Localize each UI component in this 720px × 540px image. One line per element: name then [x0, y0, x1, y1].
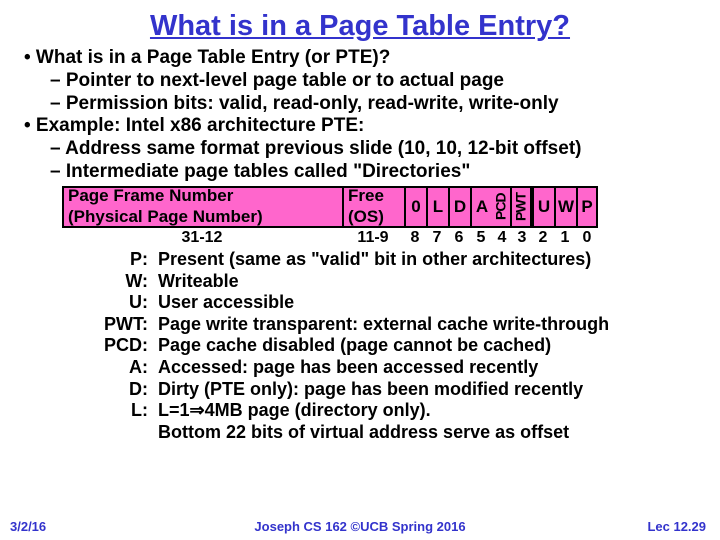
bit-num-0: 0 — [576, 228, 598, 247]
def-val-w: Writeable — [158, 271, 239, 293]
footer-course: Joseph CS 162 ©UCB Spring 2016 — [0, 519, 720, 534]
field-free: Free (OS) — [342, 186, 404, 228]
field-pfn: Page Frame Number (Physical Page Number) — [62, 186, 342, 228]
def-key-w: W: — [84, 271, 158, 293]
bit-num-4: 4 — [492, 228, 512, 247]
bullet-2: • Example: Intel x86 architecture PTE: — [24, 115, 696, 138]
footer-lecture: Lec 12.29 — [647, 519, 706, 534]
range-pfn: 31-12 — [62, 228, 342, 247]
slide-title: What is in a Page Table Entry? — [0, 0, 720, 43]
field-bit-l: L — [426, 186, 448, 228]
def-key-a: A: — [84, 357, 158, 379]
footer-date: 3/2/16 — [10, 519, 46, 534]
def-key-l: L: — [84, 400, 158, 422]
field-bit-p: P — [576, 186, 598, 228]
field-bit-pwt: PWT — [512, 186, 532, 228]
bullet-1b: – Permission bits: valid, read-only, rea… — [50, 93, 696, 116]
def-val-a: Accessed: page has been accessed recentl… — [158, 357, 538, 379]
bullet-1: • What is in a Page Table Entry (or PTE)… — [24, 47, 696, 70]
bit-num-2: 2 — [532, 228, 554, 247]
field-bit-0flag: 0 — [404, 186, 426, 228]
bullet-2a: – Address same format previous slide (10… — [50, 138, 696, 161]
bit-definitions: P:Present (same as "valid" bit in other … — [84, 249, 696, 443]
field-bit-a: A — [470, 186, 492, 228]
bit-num-3: 3 — [512, 228, 532, 247]
bit-num-6: 6 — [448, 228, 470, 247]
field-bit-d: D — [448, 186, 470, 228]
def-key-d: D: — [84, 379, 158, 401]
def-val-offset: Bottom 22 bits of virtual address serve … — [158, 422, 569, 444]
bullet-2b: – Intermediate page tables called "Direc… — [50, 161, 696, 184]
def-key-blank — [84, 422, 158, 444]
def-val-pwt: Page write transparent: external cache w… — [158, 314, 609, 336]
def-val-d: Dirty (PTE only): page has been modified… — [158, 379, 583, 401]
bit-num-1: 1 — [554, 228, 576, 247]
field-bit-pcd: PCD — [492, 186, 512, 228]
def-key-pcd: PCD: — [84, 335, 158, 357]
bit-num-5: 5 — [470, 228, 492, 247]
field-bit-u: U — [532, 186, 554, 228]
slide-body: • What is in a Page Table Entry (or PTE)… — [0, 43, 720, 443]
bit-num-7: 7 — [426, 228, 448, 247]
def-val-p: Present (same as "valid" bit in other ar… — [158, 249, 591, 271]
def-key-u: U: — [84, 292, 158, 314]
pfn-line2: (Physical Page Number) — [68, 207, 263, 227]
pfn-line1: Page Frame Number — [68, 186, 233, 206]
bit-num-8: 8 — [404, 228, 426, 247]
free-line2: (OS) — [348, 207, 384, 227]
def-key-p: P: — [84, 249, 158, 271]
def-val-u: User accessible — [158, 292, 294, 314]
def-val-pcd: Page cache disabled (page cannot be cach… — [158, 335, 551, 357]
def-val-l: L=1⇒4MB page (directory only). — [158, 400, 431, 422]
def-key-pwt: PWT: — [84, 314, 158, 336]
pte-diagram: Page Frame Number (Physical Page Number)… — [62, 186, 696, 247]
slide-footer: 3/2/16 Joseph CS 162 ©UCB Spring 2016 Le… — [0, 519, 720, 534]
bullet-1a: – Pointer to next-level page table or to… — [50, 70, 696, 93]
field-bit-w: W — [554, 186, 576, 228]
range-free: 11-9 — [342, 228, 404, 247]
free-line1: Free — [348, 186, 384, 206]
